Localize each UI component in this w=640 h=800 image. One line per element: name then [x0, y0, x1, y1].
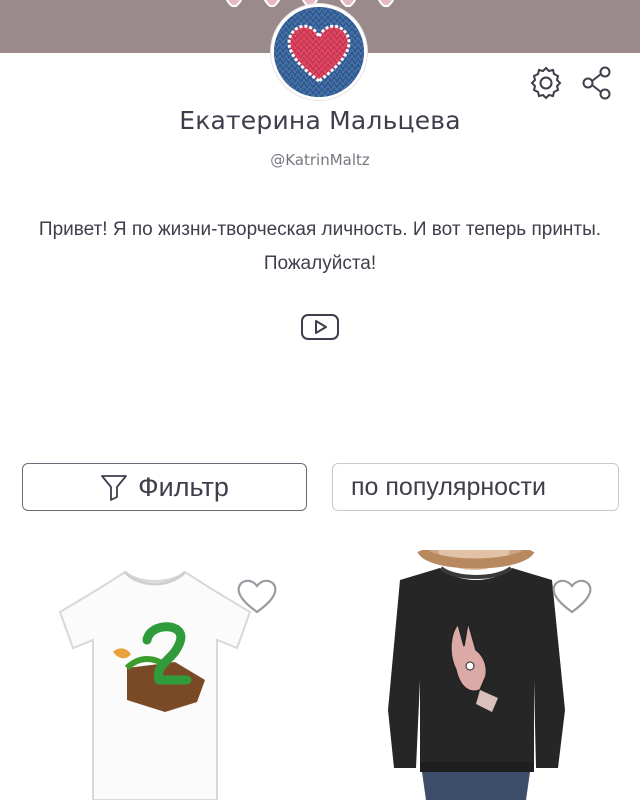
product-card-sweatshirt[interactable] [330, 550, 630, 800]
sort-dropdown[interactable]: по популярности [332, 463, 619, 511]
avatar[interactable] [271, 4, 367, 100]
settings-button[interactable] [527, 64, 565, 102]
product-card-tshirt[interactable] [15, 550, 315, 800]
favorite-button[interactable] [550, 576, 594, 616]
share-button[interactable] [578, 64, 616, 102]
gear-icon [530, 66, 562, 100]
profile-bio: Привет! Я по жизни-творческая личность. … [38, 219, 602, 274]
heart-outline-icon [237, 579, 277, 614]
filter-funnel-icon [101, 475, 128, 501]
youtube-link[interactable] [300, 312, 340, 342]
profile-handle: @KatrinMaltz [270, 151, 370, 169]
filter-button[interactable]: Фильтр [22, 463, 307, 511]
share-icon [582, 66, 611, 100]
favorite-button[interactable] [235, 576, 279, 616]
profile-name: Екатерина Мальцева [179, 106, 461, 135]
heart-outline-icon [552, 579, 592, 614]
youtube-icon [301, 314, 339, 340]
sort-selected-value: по популярности [351, 472, 546, 501]
filter-button-label: Фильтр [138, 471, 229, 502]
knitted-heart-avatar-image [274, 7, 364, 97]
